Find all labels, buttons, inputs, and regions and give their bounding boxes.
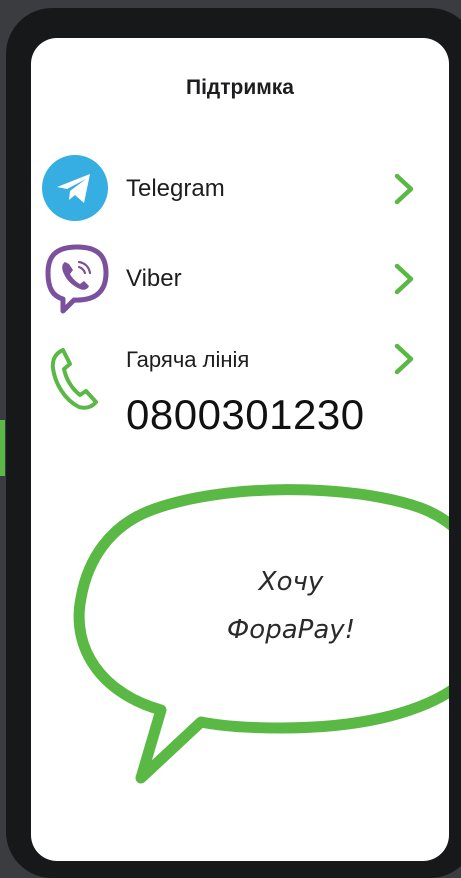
support-screen: Підтримка Telegram Viber Гаряча лінія 08… bbox=[31, 38, 449, 861]
bubble-text-line1: Хочу bbox=[258, 567, 324, 597]
speech-bubble bbox=[73, 484, 449, 784]
bubble-text-line2: ФораPay! bbox=[226, 615, 356, 645]
side-accent-bar bbox=[0, 420, 5, 476]
phone-frame: Підтримка Telegram Viber Гаряча лінія 08… bbox=[6, 8, 461, 878]
